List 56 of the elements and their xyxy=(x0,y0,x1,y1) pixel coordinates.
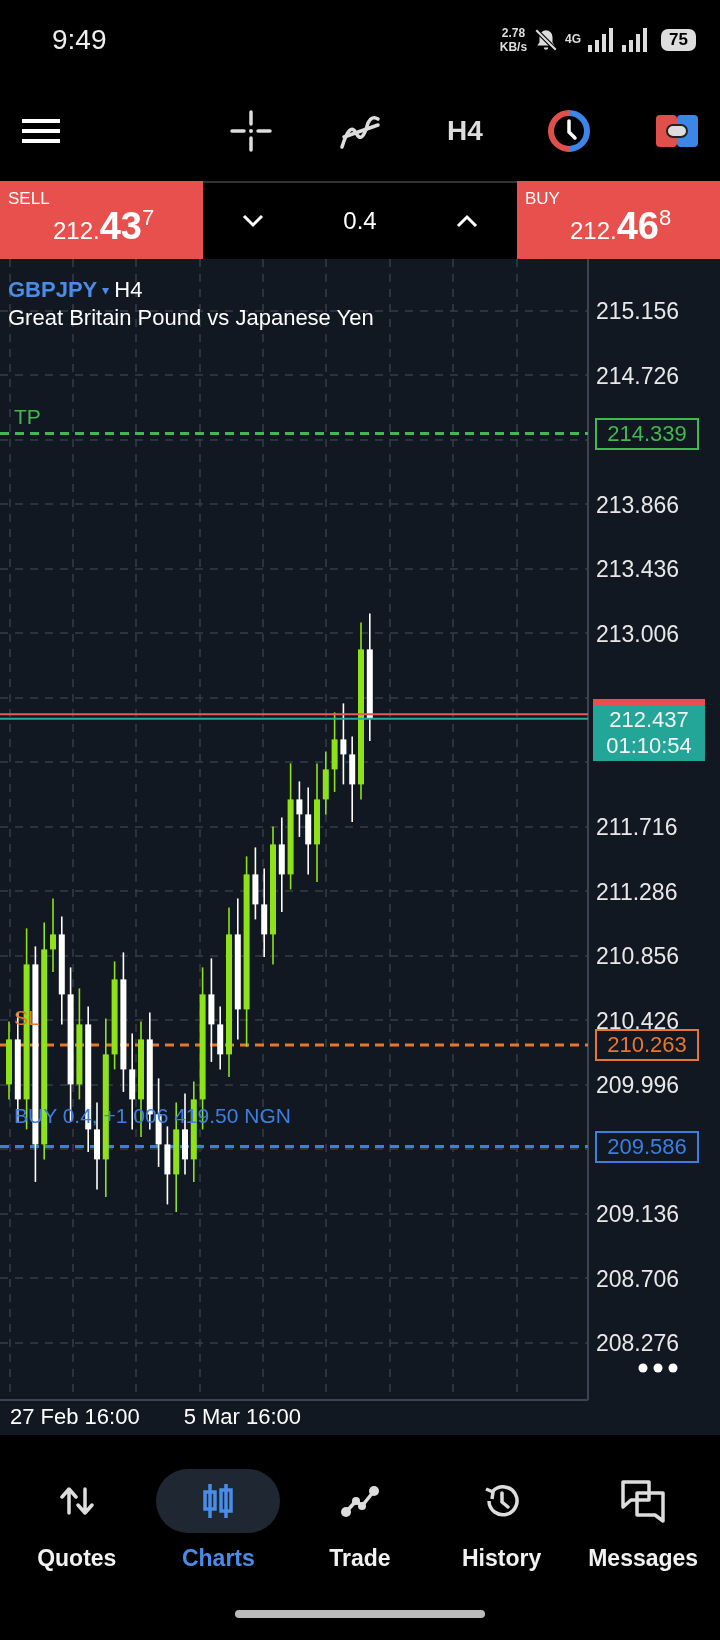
signal-icon xyxy=(587,27,616,53)
level-price-tag: 209.586 xyxy=(595,1130,699,1163)
price-axis-label: 213.006 xyxy=(596,619,680,648)
chat-bubbles-icon xyxy=(619,1478,668,1524)
status-time: 9:49 xyxy=(52,24,107,56)
price-axis-label: 211.716 xyxy=(596,813,678,841)
nav-tab[interactable]: Trade xyxy=(292,1469,428,1610)
nav-tab[interactable]: History xyxy=(433,1469,570,1610)
price-axis-label: 213.866 xyxy=(596,490,680,519)
price-axis-label: 208.706 xyxy=(596,1264,680,1293)
symbol-dropdown-icon[interactable]: ▾ xyxy=(102,282,110,298)
time-axis-label: 5 Mar 16:00 xyxy=(183,1404,302,1430)
price-axis-label: 208.276 xyxy=(596,1329,680,1357)
price-axis-label: 215.156 xyxy=(596,297,680,325)
candle xyxy=(296,780,303,838)
time-axis-label: 27 Feb 16:00 xyxy=(10,1404,140,1430)
clock-icon[interactable] xyxy=(548,109,591,152)
price-axis-label: 213.436 xyxy=(596,555,680,583)
network-speed-unit: KB/s xyxy=(499,40,528,54)
price-axis-label: 214.726 xyxy=(596,361,680,390)
level-label: SL xyxy=(14,1004,40,1031)
network-speed: 2.78 xyxy=(501,26,526,40)
signal-icon xyxy=(621,27,650,53)
network-type: 4G xyxy=(565,32,582,46)
symbol-description: Great Britain Pound vs Japanese Yen xyxy=(8,305,374,331)
volume-value[interactable]: 0.4 xyxy=(343,207,377,235)
line-chart-icon xyxy=(340,1484,380,1518)
nav-tab[interactable]: Quotes xyxy=(8,1469,145,1610)
menu-icon[interactable] xyxy=(22,117,60,144)
candle xyxy=(322,750,329,816)
candlestick-icon xyxy=(201,1483,236,1519)
price-axis-label: 210.856 xyxy=(596,942,680,970)
current-price: 212.437 xyxy=(609,706,689,733)
sell-button[interactable]: SELL 212.43$^{7}$ xyxy=(0,181,203,259)
price-axis-label: 211.286 xyxy=(596,877,678,906)
price-axis-label: 209.996 xyxy=(596,1071,680,1099)
timeframe-button[interactable]: H4 xyxy=(447,114,483,147)
chart-timeframe: H4 xyxy=(114,277,143,303)
level-price-tag: 210.263 xyxy=(595,1028,699,1061)
candle xyxy=(217,1005,224,1071)
one-click-trading-icon[interactable] xyxy=(656,112,698,149)
crosshair-icon[interactable] xyxy=(230,109,272,152)
symbol-name[interactable]: GBPJPY xyxy=(8,277,98,303)
price-axis-label: 209.136 xyxy=(596,1200,680,1228)
buy-button[interactable]: BUY 212.46$^{8}$ xyxy=(517,181,720,259)
bar-countdown: 01:10:54 xyxy=(606,732,692,759)
nav-tab[interactable]: Charts xyxy=(150,1469,287,1610)
muted-bell-icon xyxy=(533,27,560,53)
nav-tab[interactable]: Messages xyxy=(575,1469,712,1610)
up-down-arrows-icon xyxy=(59,1486,94,1516)
chevron-down-icon[interactable] xyxy=(242,214,265,228)
level-label: TP xyxy=(14,403,41,430)
chevron-up-icon[interactable] xyxy=(455,214,478,228)
battery-indicator: 75 xyxy=(661,29,696,51)
more-icon[interactable] xyxy=(638,1363,678,1373)
level-price-tag: 214.339 xyxy=(595,417,699,450)
